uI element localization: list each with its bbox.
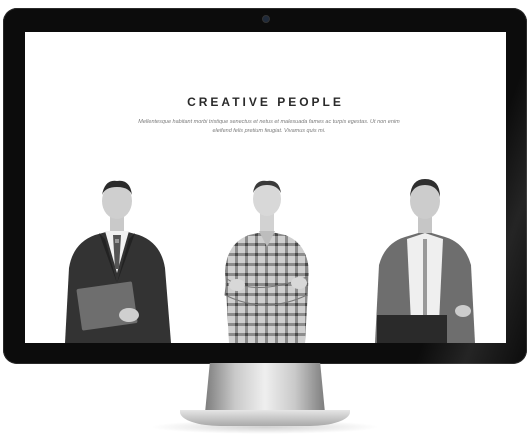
monitor-stand-base — [180, 410, 350, 426]
section-title: CREATIVE PEOPLE — [187, 95, 344, 109]
webcam-icon — [262, 15, 270, 23]
section-description: Mellentesque habitant morbi tristique se… — [138, 119, 400, 134]
team-member-photo-2 — [224, 180, 309, 343]
monitor-frame: CREATIVE PEOPLE Mellentesque habitant mo… — [3, 8, 527, 364]
team-member-photo-3 — [375, 179, 475, 343]
team-member-photo-1 — [65, 180, 171, 343]
person-suit-laptop-icon — [65, 180, 171, 343]
monitor-stand — [205, 363, 325, 413]
person-plaid-shirt-arms-crossed-icon — [224, 180, 309, 343]
person-cardigan-laptop-icon — [375, 179, 475, 343]
monitor-screen: CREATIVE PEOPLE Mellentesque habitant mo… — [25, 32, 506, 343]
